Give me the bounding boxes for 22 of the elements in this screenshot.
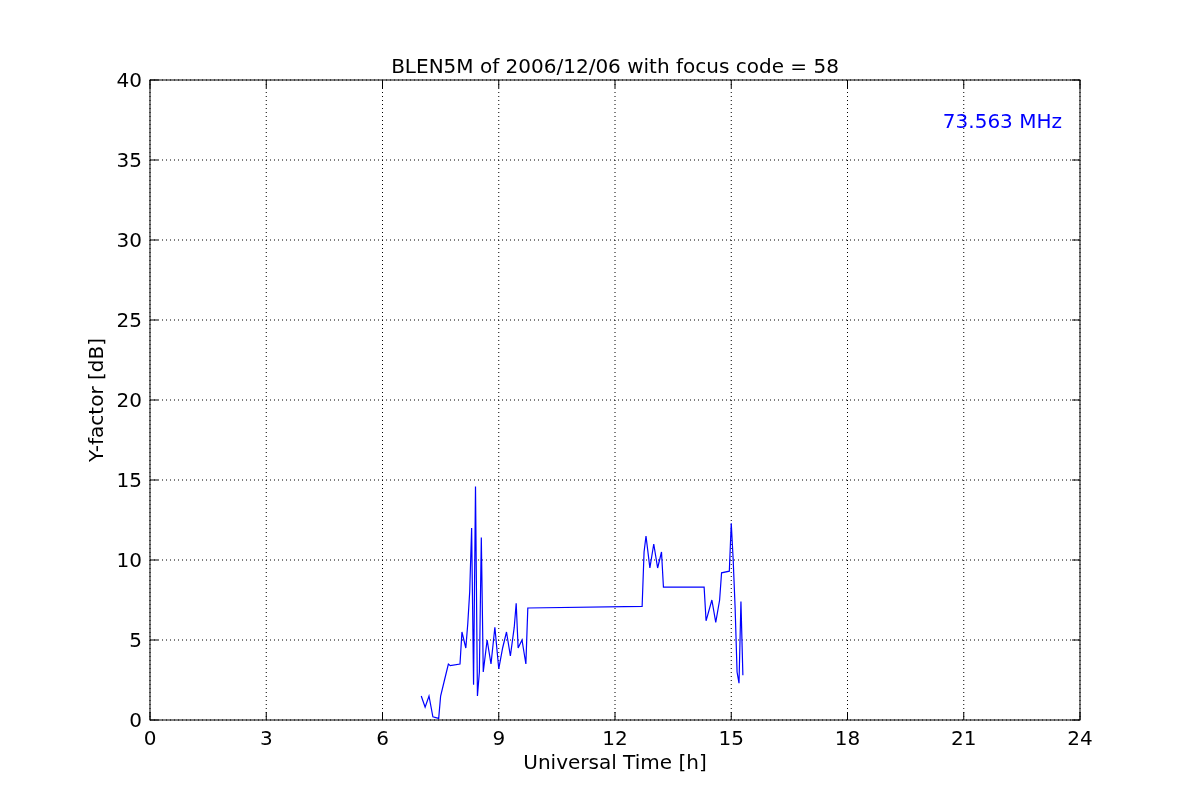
y-axis-label: Y-factor [dB] xyxy=(84,338,108,462)
y-tick-label: 25 xyxy=(116,308,142,332)
x-tick-label: 24 xyxy=(1067,726,1093,750)
x-tick-label: 18 xyxy=(834,726,861,750)
x-tick-label: 9 xyxy=(492,726,506,750)
series-label: 73.563 MHz xyxy=(942,109,1062,133)
y-tick-label: 40 xyxy=(116,68,142,92)
x-tick-label: 6 xyxy=(376,726,389,750)
y-tick-label: 15 xyxy=(116,468,142,492)
y-tick-label: 30 xyxy=(116,228,142,252)
x-tick-label: 3 xyxy=(259,726,273,750)
x-axis-label: Universal Time [h] xyxy=(523,750,707,774)
x-tick-label: 15 xyxy=(718,726,744,750)
y-tick-label: 20 xyxy=(116,388,142,412)
y-tick-label: 10 xyxy=(116,548,142,572)
x-tick-label: 0 xyxy=(143,726,157,750)
y-tick-label: 5 xyxy=(129,628,142,652)
y-tick-label: 35 xyxy=(116,148,142,172)
chart-title: BLEN5M of 2006/12/06 with focus code = 58 xyxy=(391,54,839,78)
y-tick-label: 0 xyxy=(129,708,142,732)
x-tick-label: 21 xyxy=(951,726,977,750)
x-tick-label: 12 xyxy=(602,726,628,750)
